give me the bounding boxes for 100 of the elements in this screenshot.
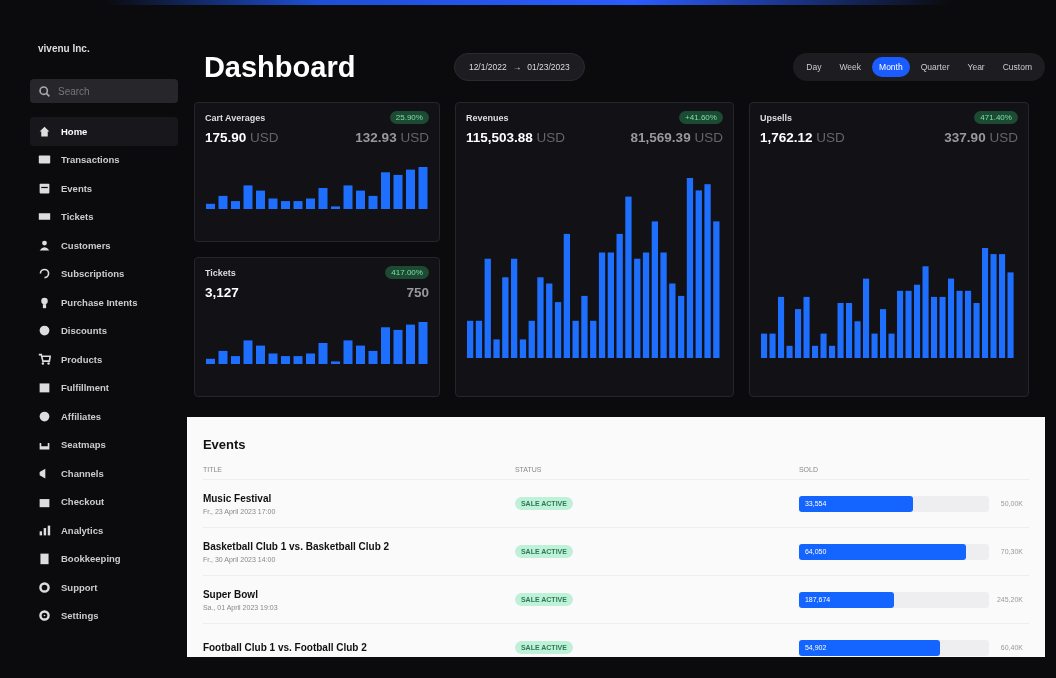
chart-bar (368, 195, 378, 209)
gear-icon (38, 609, 51, 623)
nav-item[interactable]: Purchase Intents (30, 288, 178, 317)
nav-item[interactable]: Home (30, 117, 178, 146)
nav-item[interactable]: Tickets (30, 202, 178, 231)
metric-value: 175.90 USD (204, 130, 279, 145)
nav-item[interactable]: Affiliates (30, 402, 178, 431)
chart-bar (243, 185, 253, 209)
box-icon (38, 381, 51, 395)
nav-item[interactable]: Seatmaps (30, 430, 178, 459)
card-title: Revenues (465, 112, 509, 123)
chart-bar (393, 329, 403, 364)
chart-bar (255, 345, 265, 364)
chart-bar (343, 185, 353, 209)
event-title: Super Bowl (202, 588, 259, 600)
section-title: Events (202, 437, 247, 452)
person-icon (38, 238, 51, 252)
chart-bar (318, 188, 328, 209)
card-title: Cart Averages (204, 112, 266, 123)
comparison-value: 132.93 USD (355, 130, 429, 145)
search-icon (38, 85, 51, 98)
card-title: Tickets (204, 267, 236, 278)
chart-bar (405, 169, 415, 209)
chart-bar (418, 167, 428, 209)
period-tab[interactable]: Quarter (913, 57, 957, 77)
chart-bar (268, 198, 278, 209)
nav-item[interactable]: Channels (30, 459, 178, 488)
chart-bar (255, 190, 265, 209)
chart-bar (280, 201, 290, 209)
chart-bar (380, 172, 390, 209)
event-title: Music Festival (202, 492, 273, 504)
chart-bar (493, 339, 500, 358)
period-tab[interactable]: Month (872, 57, 910, 77)
disc-icon (38, 324, 51, 338)
chart-bar (218, 195, 228, 209)
nav-item[interactable]: Analytics (30, 516, 178, 545)
chart-bar (205, 203, 215, 209)
chart-bar (330, 206, 340, 209)
metric-value: 115,503.88 USD (465, 130, 565, 145)
chart-bar (305, 353, 315, 364)
chart-icon (38, 523, 51, 537)
nav-item[interactable]: Discounts (30, 316, 178, 345)
metric-value: 3,127 (204, 285, 239, 300)
chart-bar (230, 201, 240, 209)
chart-bar (581, 295, 588, 358)
period-tab[interactable]: Custom (995, 57, 1039, 77)
lifebuoy-icon (38, 580, 51, 594)
house-icon (38, 124, 51, 138)
pin-icon (38, 295, 51, 309)
period-tab[interactable]: Week (832, 57, 869, 77)
chart-bar (293, 201, 303, 209)
nav-item[interactable]: Fulfillment (30, 373, 178, 402)
chart-bar (230, 356, 240, 364)
date-range-picker[interactable]: 12/1/2022 → 01/23/2023 (453, 53, 585, 81)
metric-value: 1,762.12 USD (759, 130, 845, 145)
comparison-value: 337.90 USD (944, 130, 1018, 145)
nav-item[interactable]: Events (30, 174, 178, 203)
chart-bar (572, 320, 579, 358)
chart-bar (205, 358, 215, 364)
calendar-icon (38, 181, 51, 195)
chart-bar (405, 324, 415, 364)
chart-bar (528, 320, 535, 358)
event-title: Basketball Club 1 vs. Basketball Club 2 (202, 540, 391, 552)
chart-bar (268, 353, 278, 364)
chart-bar (318, 343, 328, 364)
comparison-value: 81,569.39 USD (630, 130, 723, 145)
nav-item[interactable]: Bookkeeping (30, 544, 178, 573)
chart-bar (305, 198, 315, 209)
chart-bar (218, 350, 228, 364)
chart-bar (760, 333, 767, 358)
change-badge: 471.40% (974, 111, 1018, 124)
card-icon (38, 153, 51, 167)
page-title: Dashboard (203, 50, 357, 84)
nav-item[interactable]: Customers (30, 231, 178, 260)
chart-bar (368, 350, 378, 364)
chart-bar (280, 356, 290, 364)
chart-bar (243, 340, 253, 364)
change-badge: +41.60% (679, 111, 723, 124)
chart-bar (418, 322, 428, 364)
period-tab[interactable]: Day (799, 57, 829, 77)
chart-bar (293, 356, 303, 364)
nav-item[interactable]: Transactions (30, 145, 178, 174)
comparison-value: 750 (406, 285, 429, 300)
chart-bar (343, 340, 353, 364)
event-title: Football Club 1 vs. Football Club 2 (202, 642, 368, 653)
cart-icon (38, 352, 51, 366)
nav-item[interactable]: Support (30, 573, 178, 602)
nav-item[interactable]: Subscriptions (30, 259, 178, 288)
search-field[interactable]: Search (30, 79, 178, 103)
card-title: Upsells (759, 112, 792, 123)
period-tab[interactable]: Year (960, 57, 992, 77)
refresh-icon (38, 267, 51, 281)
change-badge: 25.90% (389, 111, 429, 124)
nav-item[interactable]: Checkout (30, 487, 178, 516)
change-badge: 417.00% (385, 266, 429, 279)
chart-bar (355, 345, 365, 364)
chart-bar (393, 174, 403, 209)
chart-bar (330, 361, 340, 364)
nav-item[interactable]: Settings (30, 601, 178, 630)
nav-item[interactable]: Products (30, 345, 178, 374)
